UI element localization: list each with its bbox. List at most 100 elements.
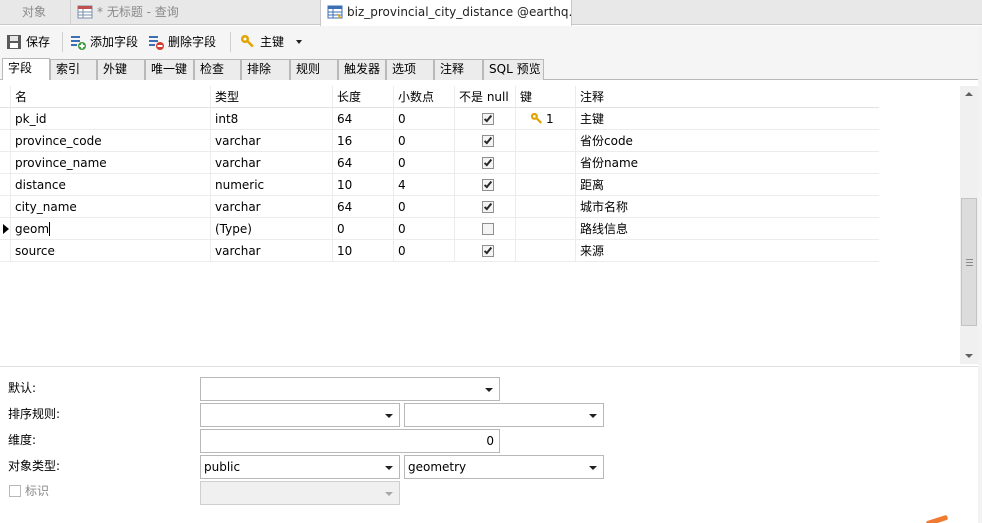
- table-row[interactable]: province_name varchar 64 0 省份name: [0, 152, 879, 174]
- tab-options[interactable]: 选项: [386, 59, 434, 80]
- field-length-cell[interactable]: 64: [332, 152, 393, 174]
- tab-comments[interactable]: 注释: [434, 59, 483, 80]
- field-properties-panel: 默认: 排序规则: 维度: 0 对象类型: public geometry 标识: [0, 366, 982, 523]
- column-header-not-null[interactable]: 不是 null: [454, 86, 515, 108]
- field-name-cell[interactable]: province_name: [10, 152, 210, 174]
- tab-indexes[interactable]: 索引: [50, 59, 97, 80]
- check-mark-icon: [483, 157, 493, 167]
- field-comment-cell[interactable]: 省份code: [575, 130, 879, 152]
- scrollbar-thumb[interactable]: [961, 198, 977, 326]
- table-row[interactable]: distance numeric 10 4 距离: [0, 174, 879, 196]
- field-type-cell[interactable]: varchar: [210, 152, 332, 174]
- collation-schema-select[interactable]: [200, 403, 400, 427]
- dimension-input[interactable]: 0: [200, 429, 500, 453]
- tab-sql-preview[interactable]: SQL 预览: [483, 59, 544, 80]
- add-field-button[interactable]: 添加字段: [70, 32, 138, 52]
- doc-tab-query[interactable]: * 无标题 - 查询: [70, 0, 318, 25]
- toolbar: 保存 添加字段 删除字段 主键: [0, 26, 982, 58]
- field-type-cell[interactable]: varchar: [210, 130, 332, 152]
- scroll-down-arrow-icon[interactable]: [965, 354, 973, 358]
- not-null-checkbox[interactable]: [482, 135, 494, 147]
- field-decimal-cell[interactable]: 4: [393, 174, 454, 196]
- field-comment-cell[interactable]: 距离: [575, 174, 879, 196]
- field-decimal-cell[interactable]: 0: [393, 196, 454, 218]
- scroll-up-arrow-icon[interactable]: [965, 92, 973, 96]
- field-decimal-cell[interactable]: 0: [393, 130, 454, 152]
- not-null-checkbox[interactable]: [482, 245, 494, 257]
- column-header-decimal[interactable]: 小数点: [393, 86, 454, 108]
- field-name-cell-editing[interactable]: geom: [10, 218, 210, 240]
- key-cell[interactable]: [515, 240, 575, 262]
- field-decimal-cell[interactable]: 0: [393, 240, 454, 262]
- table-row[interactable]: source varchar 10 0 来源: [0, 240, 879, 262]
- not-null-checkbox[interactable]: [482, 113, 494, 125]
- column-header-key[interactable]: 键: [515, 86, 575, 108]
- field-length-cell[interactable]: 0: [332, 218, 393, 240]
- key-cell[interactable]: [515, 152, 575, 174]
- key-order: 1: [546, 112, 554, 126]
- field-decimal-cell[interactable]: 0: [393, 218, 454, 240]
- field-comment-cell[interactable]: 来源: [575, 240, 879, 262]
- object-type-name-select[interactable]: geometry: [404, 455, 604, 479]
- field-length-cell[interactable]: 10: [332, 174, 393, 196]
- collation-name-select[interactable]: [404, 403, 604, 427]
- column-header-comment[interactable]: 注释: [575, 86, 879, 108]
- tab-checks[interactable]: 检查: [194, 59, 241, 80]
- field-name-cell[interactable]: source: [10, 240, 210, 262]
- column-header-name[interactable]: 名: [10, 86, 210, 108]
- field-type-cell[interactable]: numeric: [210, 174, 332, 196]
- key-cell[interactable]: 1: [515, 108, 575, 130]
- doc-tab-objects[interactable]: 对象: [0, 0, 68, 25]
- field-comment-cell[interactable]: 主键: [575, 108, 879, 130]
- not-null-checkbox[interactable]: [482, 157, 494, 169]
- table-row[interactable]: province_code varchar 16 0 省份code: [0, 130, 879, 152]
- field-name-cell[interactable]: distance: [10, 174, 210, 196]
- not-null-checkbox[interactable]: [482, 201, 494, 213]
- field-length-cell[interactable]: 64: [332, 196, 393, 218]
- field-comment-cell[interactable]: 城市名称: [575, 196, 879, 218]
- identity-checkbox[interactable]: [9, 485, 21, 497]
- table-row-selected[interactable]: geom (Type) 0 0 路线信息: [0, 218, 879, 240]
- column-header-length[interactable]: 长度: [332, 86, 393, 108]
- field-comment-cell[interactable]: 省份name: [575, 152, 879, 174]
- delete-field-button[interactable]: 删除字段: [148, 32, 216, 52]
- key-cell[interactable]: [515, 130, 575, 152]
- default-select[interactable]: [200, 377, 500, 401]
- tab-rules[interactable]: 规则: [290, 59, 338, 80]
- field-decimal-cell[interactable]: 0: [393, 152, 454, 174]
- grip-line: [966, 265, 973, 266]
- field-type-cell[interactable]: (Type): [210, 218, 332, 240]
- doc-tab-table-design[interactable]: biz_provincial_city_distance @earthq...: [320, 0, 572, 26]
- tab-unique-keys[interactable]: 唯一键: [145, 59, 194, 80]
- key-cell[interactable]: [515, 174, 575, 196]
- tab-excludes[interactable]: 排除: [241, 59, 290, 80]
- field-length-cell[interactable]: 10: [332, 240, 393, 262]
- grid-vertical-scrollbar[interactable]: [960, 86, 978, 364]
- table-row[interactable]: city_name varchar 64 0 城市名称: [0, 196, 879, 218]
- identity-select[interactable]: [200, 481, 400, 505]
- primary-key-button[interactable]: 主键: [240, 32, 302, 52]
- not-null-checkbox[interactable]: [482, 223, 494, 235]
- save-button[interactable]: 保存: [6, 32, 50, 52]
- key-cell[interactable]: [515, 196, 575, 218]
- tab-foreign-keys[interactable]: 外键: [97, 59, 145, 80]
- field-name-cell[interactable]: city_name: [10, 196, 210, 218]
- tab-triggers[interactable]: 触发器: [338, 59, 386, 80]
- field-type-cell[interactable]: varchar: [210, 196, 332, 218]
- field-comment-cell[interactable]: 路线信息: [575, 218, 879, 240]
- field-decimal-cell[interactable]: 0: [393, 108, 454, 130]
- field-name-cell[interactable]: province_code: [10, 130, 210, 152]
- add-field-label: 添加字段: [90, 35, 139, 49]
- field-type-cell[interactable]: varchar: [210, 240, 332, 262]
- field-length-cell[interactable]: 16: [332, 130, 393, 152]
- key-cell[interactable]: [515, 218, 575, 240]
- table-row[interactable]: pk_id int8 64 0 1 主键: [0, 108, 879, 130]
- column-header-type[interactable]: 类型: [210, 86, 332, 108]
- field-type-cell[interactable]: int8: [210, 108, 332, 130]
- not-null-checkbox[interactable]: [482, 179, 494, 191]
- field-name-value: geom: [15, 222, 50, 236]
- field-name-cell[interactable]: pk_id: [10, 108, 210, 130]
- tab-fields[interactable]: 字段: [2, 58, 50, 80]
- field-length-cell[interactable]: 64: [332, 108, 393, 130]
- object-type-schema-select[interactable]: public: [200, 455, 400, 479]
